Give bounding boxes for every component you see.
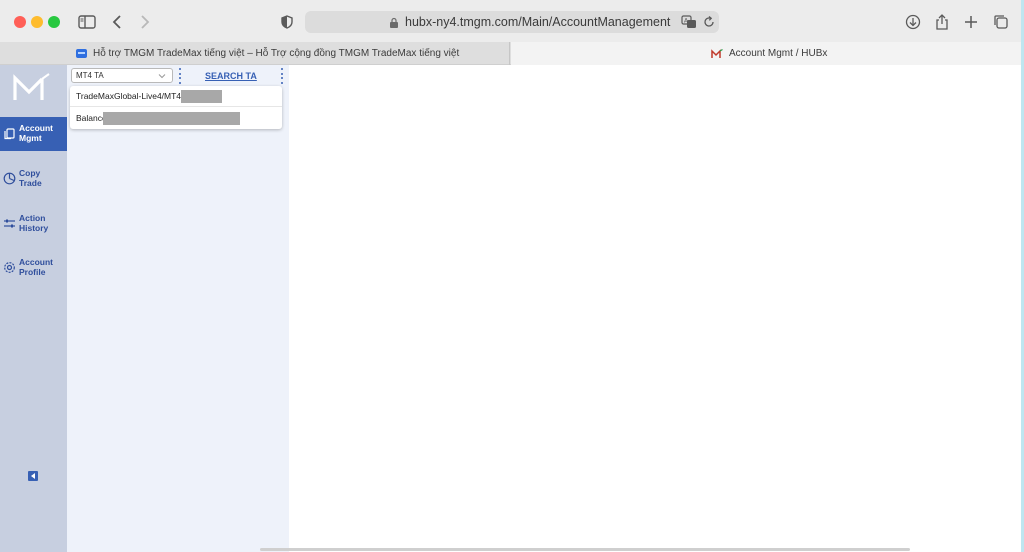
sidebar-item-copy-trade[interactable]: Copy Trade	[0, 162, 67, 196]
tab-title: Hỗ trợ TMGM TradeMax tiếng việt – Hỗ Trợ…	[93, 48, 460, 59]
tab-bar: Hỗ trợ TMGM TradeMax tiếng việt – Hỗ Trợ…	[0, 42, 1024, 65]
account-balance-row: Balance	[70, 108, 282, 129]
sidebar-toggle-icon[interactable]	[78, 12, 96, 32]
copy-icon	[4, 128, 15, 140]
tab-title: Account Mgmt / HUBx	[729, 48, 828, 59]
account-type-value: MT4 TA	[76, 71, 104, 80]
url-text: hubx-ny4.tmgm.com/Main/AccountManagement	[405, 15, 671, 29]
sidebar-item-label: Action History	[19, 213, 49, 233]
reload-icon[interactable]	[703, 15, 715, 29]
hubx-favicon-icon	[711, 48, 723, 58]
tab-account-mgmt[interactable]: Account Mgmt / HUBx	[511, 42, 1024, 65]
sidebar-item-account-profile[interactable]: Account Profile	[0, 251, 67, 285]
address-bar[interactable]: hubx-ny4.tmgm.com/Main/AccountManagement…	[305, 11, 719, 33]
sidebar-item-label: Account Profile	[19, 257, 53, 277]
account-server-row: TradeMaxGlobal-Live4/MT4	[70, 86, 282, 107]
more-options-icon[interactable]	[179, 68, 182, 84]
main-content	[289, 65, 1024, 552]
chat-favicon-icon	[76, 49, 87, 58]
account-info-card: TradeMaxGlobal-Live4/MT4 Balance	[70, 86, 282, 129]
lock-icon	[389, 16, 399, 28]
forward-arrow-icon[interactable]	[138, 12, 152, 32]
more-options-icon[interactable]	[281, 68, 284, 84]
redacted-balance-value	[103, 112, 240, 125]
zoom-window-button[interactable]	[48, 16, 60, 28]
sidebar-item-label: Account Mgmt	[19, 123, 53, 143]
sidebar-item-action-history[interactable]: Action History	[0, 207, 67, 241]
chevron-down-icon	[158, 74, 166, 79]
new-tab-plus-icon[interactable]	[963, 12, 979, 32]
app-sidebar: Account Mgmt Copy Trade Action History A…	[0, 65, 67, 552]
tab-overview-icon[interactable]	[992, 12, 1010, 32]
account-type-select[interactable]: MT4 TA	[71, 68, 173, 83]
horizontal-scrollbar[interactable]	[260, 548, 910, 551]
sliders-icon	[4, 219, 15, 228]
back-arrow-icon[interactable]	[110, 12, 124, 32]
tmgm-logo-icon	[13, 73, 50, 100]
account-server-label: TradeMaxGlobal-Live4/MT4	[76, 91, 182, 101]
browser-toolbar: hubx-ny4.tmgm.com/Main/AccountManagement…	[0, 0, 1024, 42]
sidebar-item-label: Copy Trade	[19, 168, 42, 188]
download-icon[interactable]	[905, 12, 921, 32]
privacy-shield-icon[interactable]	[280, 12, 294, 32]
minimize-window-button[interactable]	[31, 16, 43, 28]
redacted-account-number	[181, 90, 222, 103]
collapse-sidebar-icon[interactable]	[28, 471, 38, 481]
translate-icon[interactable]: A	[681, 15, 697, 29]
gear-icon	[4, 262, 15, 273]
share-icon[interactable]	[934, 12, 950, 32]
tab-tmgm-support[interactable]: Hỗ trợ TMGM TradeMax tiếng việt – Hỗ Trợ…	[0, 42, 510, 65]
search-ta-link[interactable]: SEARCH TA	[205, 71, 257, 81]
close-window-button[interactable]	[14, 16, 26, 28]
chart-pie-icon	[3, 172, 16, 185]
sidebar-item-account-mgmt[interactable]: Account Mgmt	[0, 117, 67, 151]
account-panel: MT4 TA SEARCH TA TradeMaxGlobal-Live4/MT…	[67, 65, 289, 552]
